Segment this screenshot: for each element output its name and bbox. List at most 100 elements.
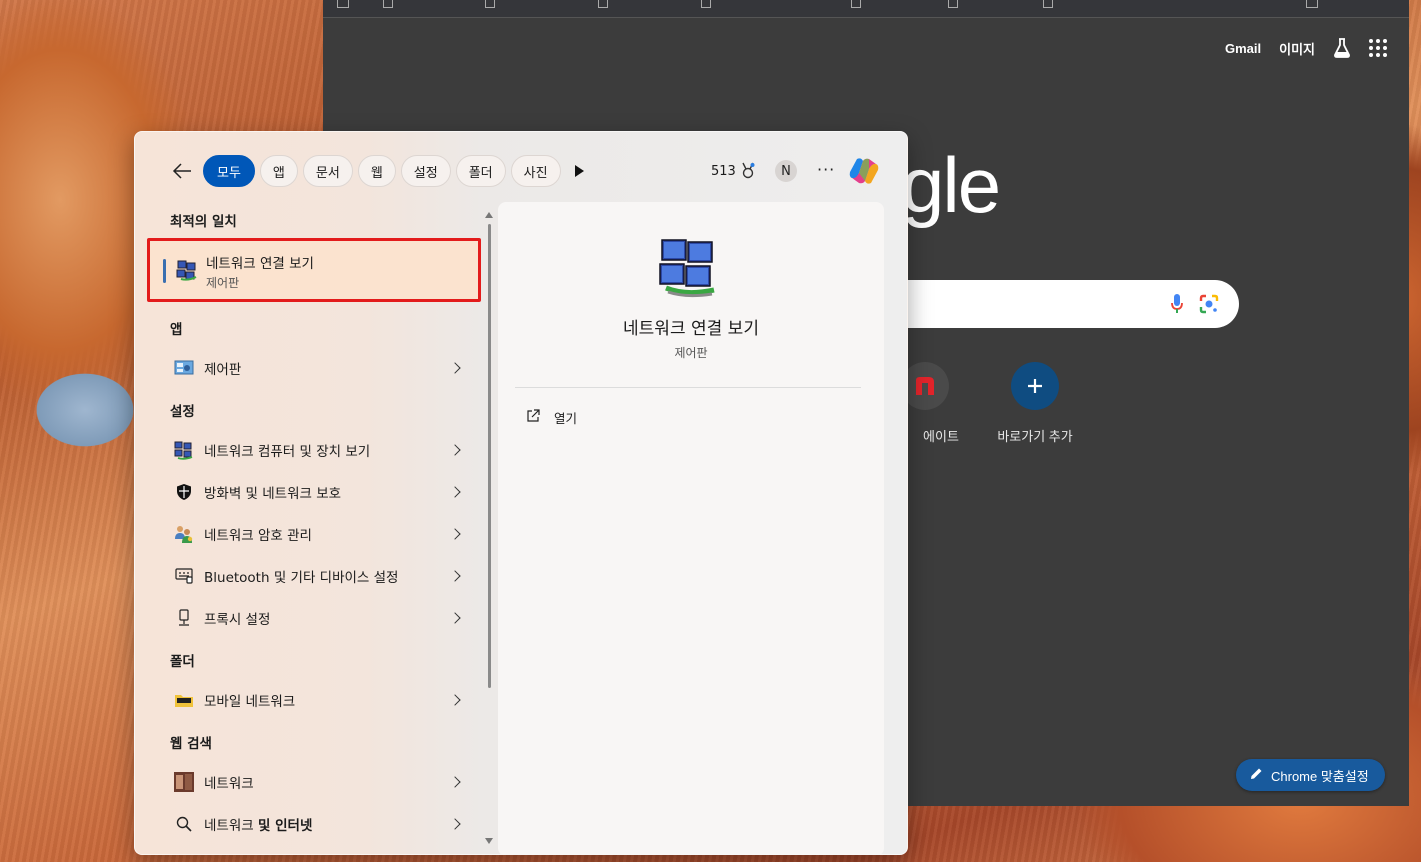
chevron-right-icon[interactable] bbox=[449, 570, 461, 582]
bookmark-icon[interactable] bbox=[1306, 0, 1318, 8]
query-text: 네트워크 bbox=[204, 818, 258, 834]
best-match-heading: 최적의 일치 bbox=[170, 214, 237, 230]
bookmark-icon[interactable] bbox=[383, 0, 393, 8]
chip-photos[interactable]: 사진 bbox=[510, 155, 561, 187]
users-key-icon bbox=[174, 524, 194, 544]
result-label: 프록시 설정 bbox=[204, 612, 271, 628]
bookmark-icon[interactable] bbox=[701, 0, 711, 8]
result-bluetooth-devices[interactable]: Bluetooth 및 기타 디바이스 설정 bbox=[149, 557, 481, 595]
results-scrollbar-thumb[interactable] bbox=[488, 224, 491, 688]
web-search-heading: 웹 검색 bbox=[170, 736, 212, 752]
google-lens-icon[interactable] bbox=[1199, 294, 1219, 314]
bookmarks-bar bbox=[323, 0, 1409, 18]
shortcut-label: 에이트 bbox=[923, 429, 959, 444]
chip-documents[interactable]: 문서 bbox=[302, 155, 353, 187]
customize-label: Chrome 맞춤설정 bbox=[1271, 768, 1369, 784]
open-action[interactable]: 열기 bbox=[526, 408, 577, 427]
pencil-icon bbox=[1250, 767, 1263, 783]
network-icon bbox=[174, 440, 194, 460]
gmail-link[interactable]: Gmail bbox=[1225, 41, 1261, 56]
filter-chips: 모두 앱 문서 웹 설정 폴더 사진 bbox=[203, 155, 561, 187]
labs-flask-icon[interactable] bbox=[1333, 38, 1351, 58]
bookmark-icon[interactable] bbox=[851, 0, 861, 8]
rewards-points[interactable]: 513 bbox=[711, 162, 756, 180]
add-shortcut-tile[interactable]: 바로가기 추가 bbox=[987, 362, 1083, 445]
n-logo-icon bbox=[901, 362, 949, 410]
selection-indicator bbox=[163, 259, 166, 283]
result-proxy-settings[interactable]: 프록시 설정 bbox=[149, 599, 481, 637]
google-top-links: Gmail 이미지 bbox=[1225, 38, 1387, 58]
network-connections-icon bbox=[176, 259, 198, 281]
plus-icon bbox=[1011, 362, 1059, 410]
bookmark-icon[interactable] bbox=[1043, 0, 1053, 8]
chevron-right-icon[interactable] bbox=[449, 818, 461, 830]
chevron-right-icon[interactable] bbox=[449, 612, 461, 624]
scroll-up-arrow[interactable] bbox=[485, 212, 493, 218]
detail-divider bbox=[515, 387, 861, 388]
result-detail-pane: 네트워크 연결 보기 제어판 열기 bbox=[498, 202, 884, 854]
bookmark-icon[interactable] bbox=[337, 0, 349, 8]
best-match-subtitle: 제어판 bbox=[206, 276, 240, 290]
google-apps-grid-icon[interactable] bbox=[1369, 39, 1387, 57]
shield-icon bbox=[174, 482, 194, 502]
images-link[interactable]: 이미지 bbox=[1279, 39, 1315, 58]
chevron-right-icon[interactable] bbox=[449, 486, 461, 498]
result-network-devices[interactable]: 네트워크 컴퓨터 및 장치 보기 bbox=[149, 431, 481, 469]
google-logo: gle bbox=[901, 141, 1001, 229]
settings-heading: 설정 bbox=[170, 404, 195, 420]
result-network-passwords[interactable]: 네트워크 암호 관리 bbox=[149, 515, 481, 553]
chevron-right-icon[interactable] bbox=[449, 444, 461, 456]
control-panel-icon bbox=[174, 358, 194, 378]
folders-heading: 폴더 bbox=[170, 654, 195, 670]
result-firewall[interactable]: 방화벽 및 네트워크 보호 bbox=[149, 473, 481, 511]
result-label: 제어판 bbox=[204, 362, 242, 378]
folder-icon bbox=[174, 690, 194, 710]
copilot-icon[interactable] bbox=[848, 155, 880, 187]
bookmark-icon[interactable] bbox=[598, 0, 608, 8]
chrome-customize-button[interactable]: Chrome 맞춤설정 bbox=[1236, 759, 1385, 791]
open-label: 열기 bbox=[554, 411, 578, 426]
google-search-box[interactable] bbox=[903, 280, 1239, 328]
proxy-icon bbox=[174, 608, 194, 628]
detail-subtitle: 제어판 bbox=[674, 346, 708, 360]
result-web-network[interactable]: 네트워크 bbox=[149, 763, 481, 801]
chip-folders[interactable]: 폴더 bbox=[455, 155, 506, 187]
more-filters-play-icon[interactable] bbox=[575, 165, 584, 177]
result-label: 네트워크 컴퓨터 및 장치 보기 bbox=[204, 444, 371, 460]
chevron-right-icon[interactable] bbox=[449, 776, 461, 788]
back-arrow-icon[interactable] bbox=[171, 158, 193, 182]
result-label: 네트워크 암호 관리 bbox=[204, 528, 312, 544]
chevron-right-icon[interactable] bbox=[449, 362, 461, 374]
result-label: 모바일 네트워크 bbox=[204, 694, 296, 710]
rewards-medal-icon bbox=[740, 162, 756, 180]
apps-heading: 앱 bbox=[170, 322, 183, 338]
best-match-title: 네트워크 연결 보기 bbox=[206, 256, 314, 272]
chip-web[interactable]: 웹 bbox=[357, 155, 396, 187]
web-thumb-icon bbox=[174, 772, 194, 792]
windows-search-panel: 모두 앱 문서 웹 설정 폴더 사진 513 N ··· 최적의 일치 네트워크… bbox=[134, 131, 908, 855]
chip-apps[interactable]: 앱 bbox=[259, 155, 298, 187]
search-icon bbox=[174, 814, 194, 834]
voice-search-mic-icon[interactable] bbox=[1171, 294, 1183, 314]
chevron-right-icon[interactable] bbox=[449, 694, 461, 706]
best-match-result[interactable]: 네트워크 연결 보기 제어판 bbox=[147, 238, 481, 302]
detail-title: 네트워크 연결 보기 bbox=[623, 319, 759, 339]
result-control-panel[interactable]: 제어판 bbox=[149, 349, 481, 387]
bookmark-icon[interactable] bbox=[948, 0, 958, 8]
bookmark-icon[interactable] bbox=[485, 0, 495, 8]
chip-settings[interactable]: 설정 bbox=[400, 155, 451, 187]
more-options-icon[interactable]: ··· bbox=[817, 160, 835, 179]
result-label: 네트워크 및 인터넷 bbox=[204, 814, 451, 834]
points-value: 513 bbox=[711, 163, 736, 179]
result-label: 네트워크 bbox=[204, 776, 254, 792]
network-connections-large-icon bbox=[656, 236, 720, 300]
result-web-network-internet[interactable]: 네트워크 및 인터넷 bbox=[149, 805, 481, 843]
search-topbar: 모두 앱 문서 웹 설정 폴더 사진 513 N ··· bbox=[135, 132, 907, 202]
scroll-down-arrow[interactable] bbox=[485, 838, 493, 844]
chip-all[interactable]: 모두 bbox=[203, 155, 255, 187]
result-mobile-network-folder[interactable]: 모바일 네트워크 bbox=[149, 681, 481, 719]
user-avatar[interactable]: N bbox=[775, 160, 797, 182]
open-external-icon bbox=[526, 409, 540, 426]
result-label: 방화벽 및 네트워크 보호 bbox=[204, 486, 342, 502]
chevron-right-icon[interactable] bbox=[449, 528, 461, 540]
